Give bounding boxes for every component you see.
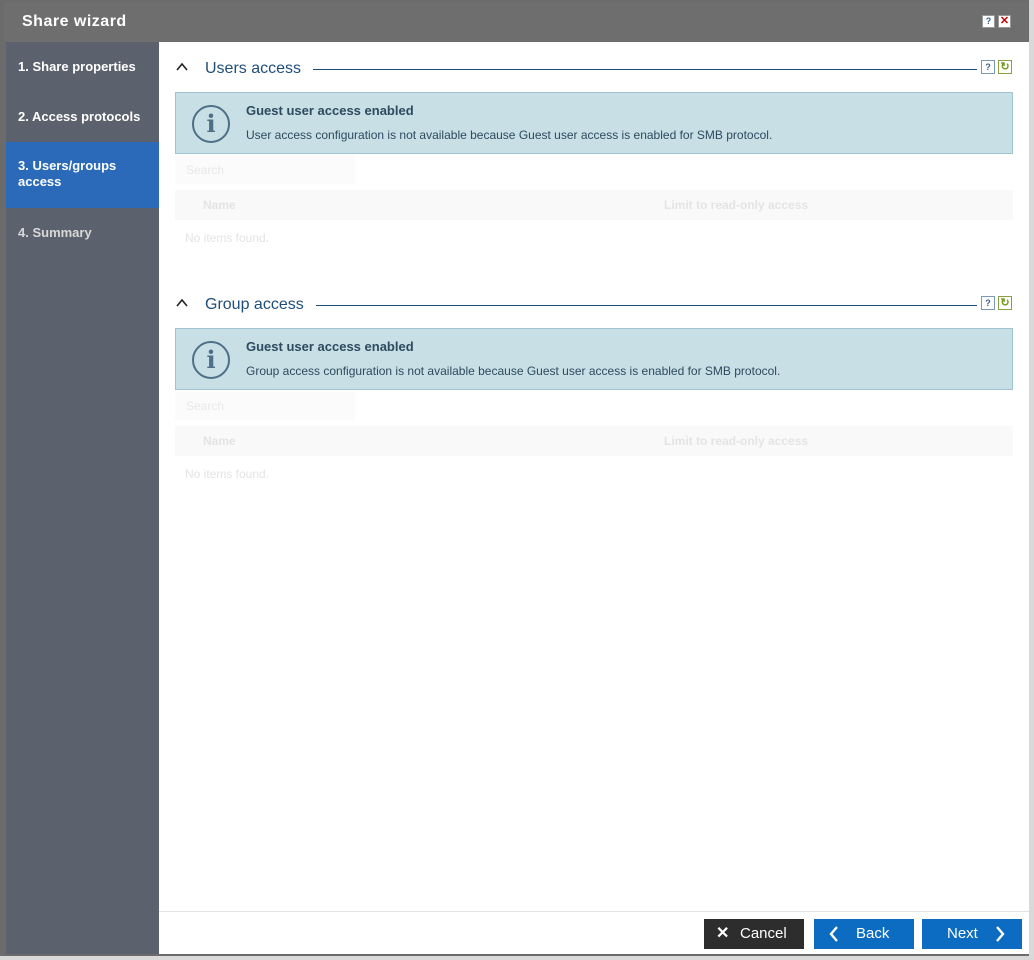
groups-table-header: Name Limit to read-only access [175,426,1013,456]
info-text: Group access configuration is not availa… [246,364,781,378]
section-divider [316,305,977,306]
users-info-box: i Guest user access enabled User access … [175,92,1013,154]
info-title: Guest user access enabled [246,103,414,118]
column-name[interactable]: Name [203,198,236,212]
chevron-up-icon[interactable] [175,60,189,74]
step-access-protocols[interactable]: 2. Access protocols [6,109,159,125]
wizard-footer: ✕ Cancel Back Next [159,911,1029,954]
chevron-left-icon [828,919,840,960]
column-limit-read-only[interactable]: Limit to read-only access [664,434,808,448]
cancel-button[interactable]: ✕ Cancel [704,919,804,949]
next-label: Next [947,925,978,942]
users-table-header: Name Limit to read-only access [175,190,1013,220]
groups-info-box: i Guest user access enabled Group access… [175,328,1013,390]
next-button[interactable]: Next [922,919,1022,949]
chevron-up-icon[interactable] [175,296,189,310]
section-divider [313,69,977,70]
chevron-right-icon [994,919,1006,960]
column-name[interactable]: Name [203,434,236,448]
info-text: User access configuration is not availab… [246,128,773,142]
help-icon[interactable]: ? [982,15,995,28]
help-icon[interactable]: ? [981,60,995,74]
cancel-label: Cancel [740,925,787,942]
step-users-groups-access[interactable]: 3. Users/groups access [6,142,159,208]
back-button[interactable]: Back [814,919,914,949]
groups-search-input[interactable]: Search [175,392,355,420]
groups-empty-message: No items found. [185,467,270,481]
close-icon: ✕ [716,925,730,942]
column-limit-read-only[interactable]: Limit to read-only access [664,198,808,212]
info-icon: i [192,341,230,379]
step-share-properties[interactable]: 1. Share properties [6,59,159,75]
group-access-header[interactable]: Group access ? ↻ [159,292,1029,316]
step-summary[interactable]: 4. Summary [6,225,159,241]
window-title: Share wizard [22,13,127,30]
back-label: Back [856,925,890,942]
info-icon: i [192,105,230,143]
help-icon[interactable]: ? [981,296,995,310]
refresh-icon[interactable]: ↻ [998,60,1012,74]
title-bar: Share wizard ? ✕ [4,2,1028,42]
users-access-header[interactable]: Users access ? ↻ [159,56,1029,80]
refresh-icon[interactable]: ↻ [998,296,1012,310]
users-empty-message: No items found. [185,231,270,245]
info-title: Guest user access enabled [246,339,414,354]
users-access-title: Users access [205,60,302,77]
wizard-steps-sidebar: 1. Share properties 2. Access protocols … [6,42,159,954]
background-strip [1029,0,1034,956]
users-search-input[interactable]: Search [175,156,355,184]
group-access-title: Group access [205,296,304,313]
close-icon[interactable]: ✕ [998,15,1011,28]
share-wizard-window: Share wizard ? ✕ 1. Share properties 2. … [0,0,1034,956]
wizard-content: Users access ? ↻ i Guest user access ena… [159,42,1029,911]
